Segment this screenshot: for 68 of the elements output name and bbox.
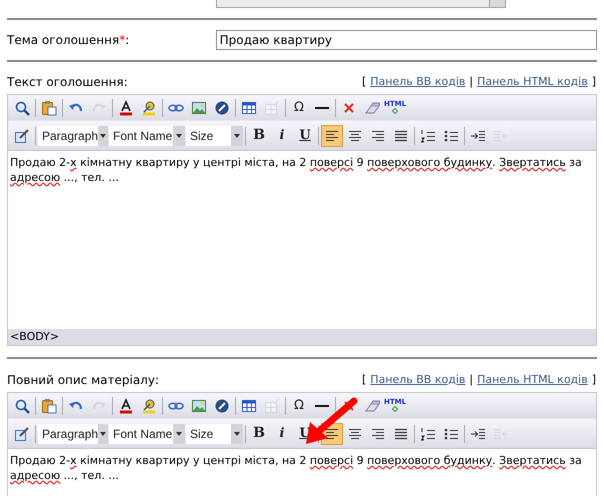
paint-bucket-icon [141, 398, 157, 414]
table-icon [241, 398, 257, 414]
numbered-list-icon [420, 426, 436, 442]
underline-button[interactable]: U [294, 124, 316, 146]
link-separator: | [469, 372, 474, 388]
toolbar-dropdown[interactable]: Size [186, 424, 243, 444]
title-input[interactable]: Продаю квартиру [216, 30, 597, 50]
bulleted-list-icon [443, 128, 459, 144]
text-color-icon [118, 398, 134, 414]
table-cell-icon [264, 398, 280, 414]
toolbar-dropdown[interactable]: Paragraph [38, 424, 108, 444]
search-icon [14, 398, 30, 414]
char-button[interactable]: Ω [288, 96, 310, 118]
table-cell-icon [264, 100, 280, 116]
body-text: Продаю 2-х кімнатну квартиру у центрі міста, на 2 поверсі 9 поверхового будинку. Звертатись за адресою ..., тел. ... [10, 155, 583, 185]
diamond-icon [392, 406, 398, 412]
label-colon: : [125, 32, 130, 49]
horizontal-line-icon [315, 404, 329, 406]
caret-icon [234, 134, 240, 138]
bracket: [ [362, 74, 366, 90]
caret-icon [176, 432, 182, 436]
panel-link[interactable]: Панель BB кодів [370, 74, 466, 90]
toolbar-dropdown[interactable]: Font Name [109, 424, 185, 444]
eraser-icon [364, 100, 380, 116]
bracket: ] [592, 74, 596, 90]
caret-icon [100, 134, 106, 138]
search-icon [14, 100, 30, 116]
bulleted-list-icon [443, 426, 459, 442]
italic-button[interactable]: i [271, 124, 293, 146]
table-icon [241, 100, 257, 116]
bold-button[interactable]: B [248, 124, 270, 146]
paint-bucket-icon [141, 100, 157, 116]
caret-icon [100, 432, 106, 436]
editor-label: Текст оголошення: [7, 74, 128, 91]
pencil-icon [14, 426, 30, 442]
bracket: [ [362, 372, 366, 388]
field-label: Тема оголошення [7, 32, 120, 49]
disc-icon [214, 100, 230, 116]
char-button[interactable]: Ω [288, 394, 310, 416]
clipboard-icon [41, 398, 57, 414]
panel-link[interactable]: Панель HTML кодів [477, 74, 588, 90]
picture-icon [191, 398, 207, 414]
disc-icon [214, 398, 230, 414]
editor-label: Повний опис матеріалу: [7, 372, 159, 389]
link-separator: | [469, 74, 474, 90]
caret-icon [234, 432, 240, 436]
align-left-button[interactable] [321, 124, 343, 146]
picture-icon [191, 100, 207, 116]
eraser-icon [364, 398, 380, 414]
panel-link[interactable]: Панель HTML кодів [477, 372, 588, 388]
pencil-icon [14, 128, 30, 144]
required-mark: * [119, 32, 126, 49]
text-color-icon [118, 100, 134, 116]
toolbar-dropdown[interactable]: Size [186, 126, 243, 146]
italic-button[interactable]: i [271, 422, 293, 444]
horizontal-line-icon [315, 106, 329, 108]
panel-link[interactable]: Панель BB кодів [370, 372, 466, 388]
diamond-icon [392, 108, 398, 114]
caret-icon [176, 134, 182, 138]
bold-button[interactable]: B [248, 422, 270, 444]
bracket: ] [592, 372, 596, 388]
clipboard-icon [41, 100, 57, 116]
status-path: <BODY> [10, 330, 60, 343]
dropdown-field[interactable] [216, 0, 506, 8]
toolbar-dropdown[interactable]: Paragraph [38, 126, 108, 146]
toolbar-dropdown[interactable]: Font Name [109, 126, 185, 146]
numbered-list-icon [420, 128, 436, 144]
body-text: Продаю 2-х кімнатну квартиру у центрі міста, на 2 поверсі 9 поверхового будинку. Звертатись за адресою ..., тел. ... [10, 453, 583, 483]
